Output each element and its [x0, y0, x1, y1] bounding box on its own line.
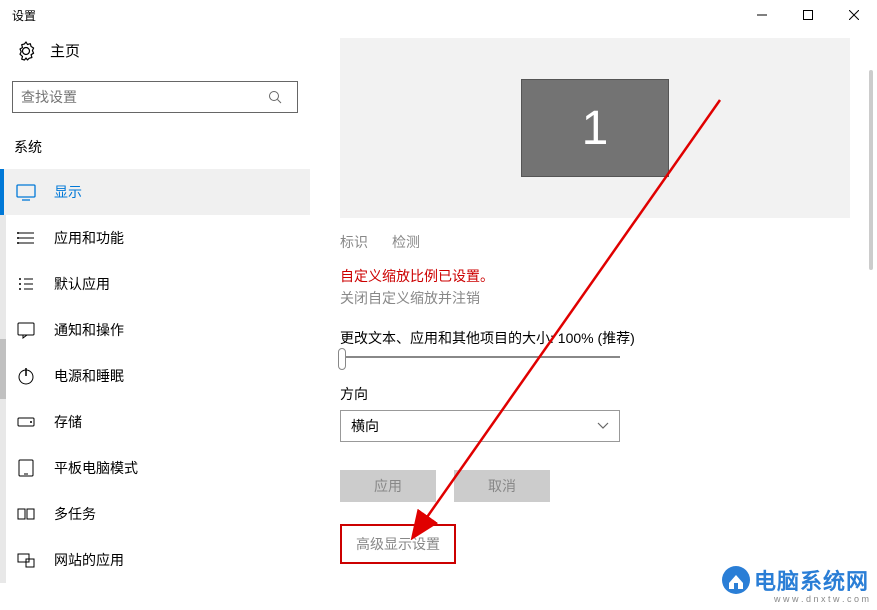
sidebar-item-label: 网站的应用: [54, 550, 124, 570]
watermark-text: 电脑系统网: [754, 569, 869, 594]
orientation-dropdown[interactable]: 横向: [340, 410, 620, 442]
watermark-logo-icon: [721, 565, 751, 595]
storage-icon: [16, 412, 36, 432]
nav-list: 显示 应用和功能 默认应用 通知和操作: [0, 169, 310, 583]
tablet-icon: [16, 458, 36, 478]
sidebar-item-display[interactable]: 显示: [0, 169, 310, 215]
identify-link[interactable]: 标识: [340, 232, 368, 252]
slider-thumb[interactable]: [338, 348, 346, 370]
orientation-label: 方向: [340, 384, 857, 404]
sidebar-item-label: 通知和操作: [54, 320, 124, 340]
default-apps-icon: [16, 274, 36, 294]
sidebar-item-notifications[interactable]: 通知和操作: [0, 307, 310, 353]
multitask-icon: [16, 504, 36, 524]
cancel-button[interactable]: 取消: [454, 470, 550, 502]
scale-slider[interactable]: [340, 356, 620, 358]
gear-icon: [16, 41, 36, 61]
minimize-button[interactable]: [739, 0, 785, 30]
chevron-down-icon: [597, 422, 609, 430]
detect-link[interactable]: 检测: [392, 232, 420, 252]
content-area: 1 标识 检测 自定义缩放比例已设置。 关闭自定义缩放并注销 更改文本、应用和其…: [310, 30, 877, 610]
advanced-display-link[interactable]: 高级显示设置: [340, 524, 456, 564]
scale-label: 更改文本、应用和其他项目的大小: 100% (推荐): [340, 328, 857, 348]
watermark: 电脑系统网 w w w . d n x t w . c o m: [721, 564, 869, 604]
sidebar: 主页 系统 显示 应用和功能: [0, 30, 310, 610]
signout-link[interactable]: 关闭自定义缩放并注销: [340, 288, 857, 308]
sidebar-item-label: 平板电脑模式: [54, 458, 138, 478]
sidebar-item-label: 默认应用: [54, 274, 110, 294]
sidebar-item-label: 存储: [54, 412, 82, 432]
home-button[interactable]: 主页: [0, 30, 310, 81]
close-button[interactable]: [831, 0, 877, 30]
dropdown-value: 横向: [351, 416, 379, 436]
sidebar-item-tablet[interactable]: 平板电脑模式: [0, 445, 310, 491]
sidebar-item-label: 显示: [54, 182, 82, 202]
monitor-number: 1: [582, 101, 609, 156]
watermark-url: w w w . d n x t w . c o m: [721, 594, 869, 604]
sidebar-item-website-apps[interactable]: 网站的应用: [0, 537, 310, 583]
titlebar: 设置: [0, 0, 877, 30]
window-title: 设置: [12, 7, 36, 24]
search-icon: [261, 90, 289, 104]
search-box[interactable]: [12, 81, 298, 113]
display-preview: 1: [340, 38, 850, 218]
search-input[interactable]: [21, 89, 261, 105]
window-controls: [739, 0, 877, 30]
monitor-1[interactable]: 1: [521, 79, 669, 177]
power-icon: [16, 366, 36, 386]
apps-icon: [16, 228, 36, 248]
home-label: 主页: [50, 40, 80, 61]
maximize-icon: [803, 10, 813, 20]
website-apps-icon: [16, 550, 36, 570]
notifications-icon: [16, 320, 36, 340]
sidebar-item-label: 应用和功能: [54, 228, 124, 248]
close-icon: [849, 10, 859, 20]
maximize-button[interactable]: [785, 0, 831, 30]
sidebar-item-apps[interactable]: 应用和功能: [0, 215, 310, 261]
display-icon: [16, 182, 36, 202]
category-label: 系统: [0, 131, 310, 169]
sidebar-item-label: 多任务: [54, 504, 96, 524]
apply-button[interactable]: 应用: [340, 470, 436, 502]
sidebar-item-multitask[interactable]: 多任务: [0, 491, 310, 537]
content-scrollbar[interactable]: [865, 30, 877, 610]
sidebar-item-power[interactable]: 电源和睡眠: [0, 353, 310, 399]
scaling-warning: 自定义缩放比例已设置。: [340, 266, 857, 286]
minimize-icon: [757, 10, 767, 20]
sidebar-item-storage[interactable]: 存储: [0, 399, 310, 445]
sidebar-item-default-apps[interactable]: 默认应用: [0, 261, 310, 307]
sidebar-item-label: 电源和睡眠: [54, 366, 124, 386]
scrollbar-thumb[interactable]: [869, 70, 873, 270]
